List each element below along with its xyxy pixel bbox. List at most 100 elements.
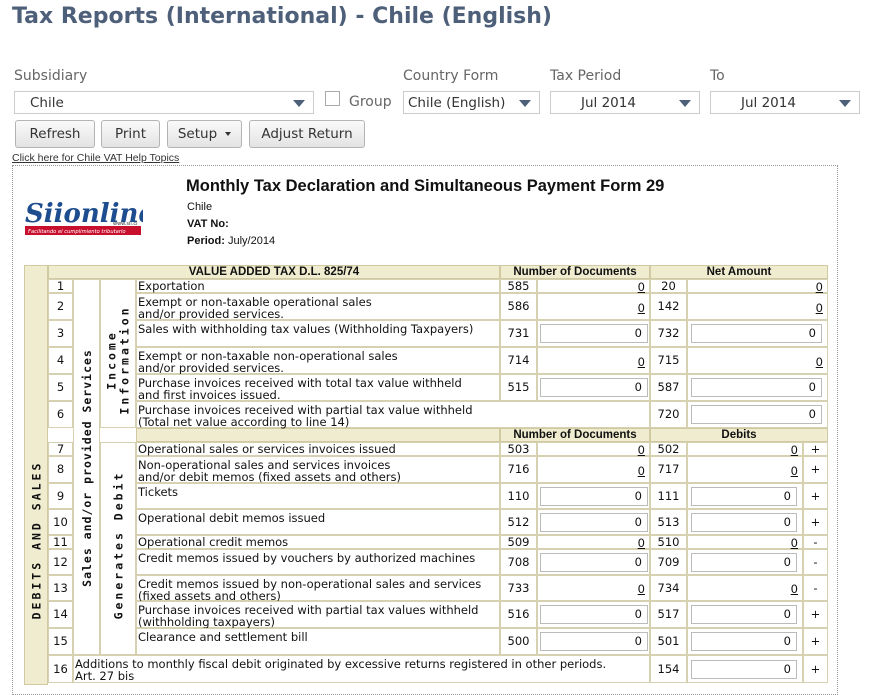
row-docs-cell: 0 [537,509,650,535]
amount-input[interactable]: 0 [691,405,822,424]
amount-input[interactable]: 0 [691,553,797,572]
amount-input[interactable]: 0 [691,632,797,651]
row-number: 8 [48,456,73,483]
row-sign: + [803,509,828,535]
docs-count-input[interactable]: 0 [540,632,648,651]
row-docs-cell: 0 [537,483,650,509]
docs-count-link[interactable]: 0 [638,443,645,457]
amount-link[interactable]: 0 [791,464,798,478]
row-code-amount: 20 [650,279,687,293]
col-debits-header: Debits [650,428,828,442]
row-number: 16 [48,655,73,683]
to-label: To [710,68,725,84]
amount-input[interactable]: 0 [691,513,797,532]
row-number: 7 [48,442,73,456]
col-net-header: Net Amount [650,265,828,279]
row-docs-cell: 0 [537,549,650,575]
row-code-docs: 586 [500,293,537,320]
row-number: 12 [48,549,73,575]
country-form-select[interactable]: Chile (English) [403,91,540,114]
amount-input[interactable]: 0 [691,378,822,397]
row-description: Purchase invoices received with total ta… [136,374,500,401]
generates-debit-label: Generates Debit [110,470,125,620]
setup-button[interactable]: Setup [167,120,242,148]
docs-count-link[interactable]: 0 [638,355,645,369]
row-sign: + [803,483,828,509]
row-description: Sales with withholding tax values (Withh… [136,320,500,347]
row-code-docs: 509 [500,535,537,549]
row-amount-cell: 0 [687,655,803,683]
row-description: Tickets [136,483,500,509]
page-title: Tax Reports (International) - Chile (Eng… [12,4,552,29]
row-code-docs: 516 [500,601,537,628]
row-code-amount: 502 [650,442,687,456]
row-code-docs: 714 [500,347,537,374]
docs-count-input[interactable]: 0 [540,513,648,532]
row-number: 11 [48,535,73,549]
amount-input[interactable]: 0 [691,605,797,624]
refresh-button[interactable]: Refresh [15,120,95,148]
logo-url: www.sii.cl [113,221,138,227]
sales-services-label: Sales and/or provided Services [79,349,94,587]
subsidiary-label: Subsidiary [14,68,88,84]
form-period: Period: July/2014 [187,235,275,247]
docs-count-input[interactable]: 0 [540,324,648,343]
sii-logo: Siionline www.sii.cl Facilitando el cump… [25,188,155,238]
to-period-value: Jul 2014 [741,95,796,111]
row-docs-cell: 0 [537,293,650,320]
row-code-docs: 716 [500,456,537,483]
row-number: 14 [48,601,73,628]
adjust-return-button[interactable]: Adjust Return [249,120,365,148]
row-code-docs: 733 [500,575,537,601]
row-docs-cell: 0 [537,374,650,401]
row-docs-cell: 0 [537,535,650,550]
row-sign: - [803,535,828,549]
row-amount-cell: 0 [687,279,828,294]
amount-link[interactable]: 0 [816,280,823,294]
row-amount-cell: 0 [687,442,803,457]
amount-link[interactable]: 0 [791,536,798,550]
row-amount-cell: 0 [687,549,803,575]
row-description: Operational debit memos issued [136,509,500,535]
docs-count-link[interactable]: 0 [638,464,645,478]
docs-count-link[interactable]: 0 [638,536,645,550]
amount-link[interactable]: 0 [791,443,798,457]
row-amount-cell: 0 [687,456,803,483]
amount-link[interactable]: 0 [816,355,823,369]
row-code-amount: 715 [650,347,687,374]
docs-count-input[interactable]: 0 [540,553,648,572]
row-sign: + [803,456,828,483]
docs-count-link[interactable]: 0 [638,582,645,596]
setup-button-label: Setup [177,126,218,142]
docs-count-link[interactable]: 0 [638,280,645,294]
amount-input[interactable]: 0 [691,324,822,343]
row-code-amount: 709 [650,549,687,575]
vat-help-link[interactable]: Click here for Chile VAT Help Topics [12,152,179,164]
col-docs-header: Number of Documents [500,265,650,279]
print-button[interactable]: Print [101,120,160,148]
to-period-select[interactable]: Jul 2014 [710,91,860,114]
section-title-header: VALUE ADDED TAX D.L. 825/74 [48,265,500,279]
tax-period-select[interactable]: Jul 2014 [550,91,700,114]
amount-link[interactable]: 0 [791,582,798,596]
row-number: 4 [48,347,73,374]
row-sign: + [803,601,828,628]
docs-count-link[interactable]: 0 [638,301,645,315]
country-form-label: Country Form [403,68,499,84]
amount-input[interactable]: 0 [691,487,797,506]
chevron-down-icon [839,100,851,107]
amount-input[interactable]: 0 [691,660,797,679]
row-number: 1 [48,279,73,293]
caret-down-icon [225,132,232,136]
docs-count-input[interactable]: 0 [540,378,648,397]
subsidiary-select[interactable]: Chile [14,91,314,114]
row-description: Credit memos issued by non-operational s… [136,575,500,602]
row-code-amount: 734 [650,575,687,601]
row-amount-cell: 0 [687,628,803,655]
docs-count-input[interactable]: 0 [540,487,648,506]
col-docs-header-2: Number of Documents [500,428,650,442]
row-description: Credit memos issued by vouchers by autho… [136,549,500,575]
amount-link[interactable]: 0 [816,301,823,315]
group-checkbox[interactable] [325,91,340,106]
docs-count-input[interactable]: 0 [540,605,648,624]
